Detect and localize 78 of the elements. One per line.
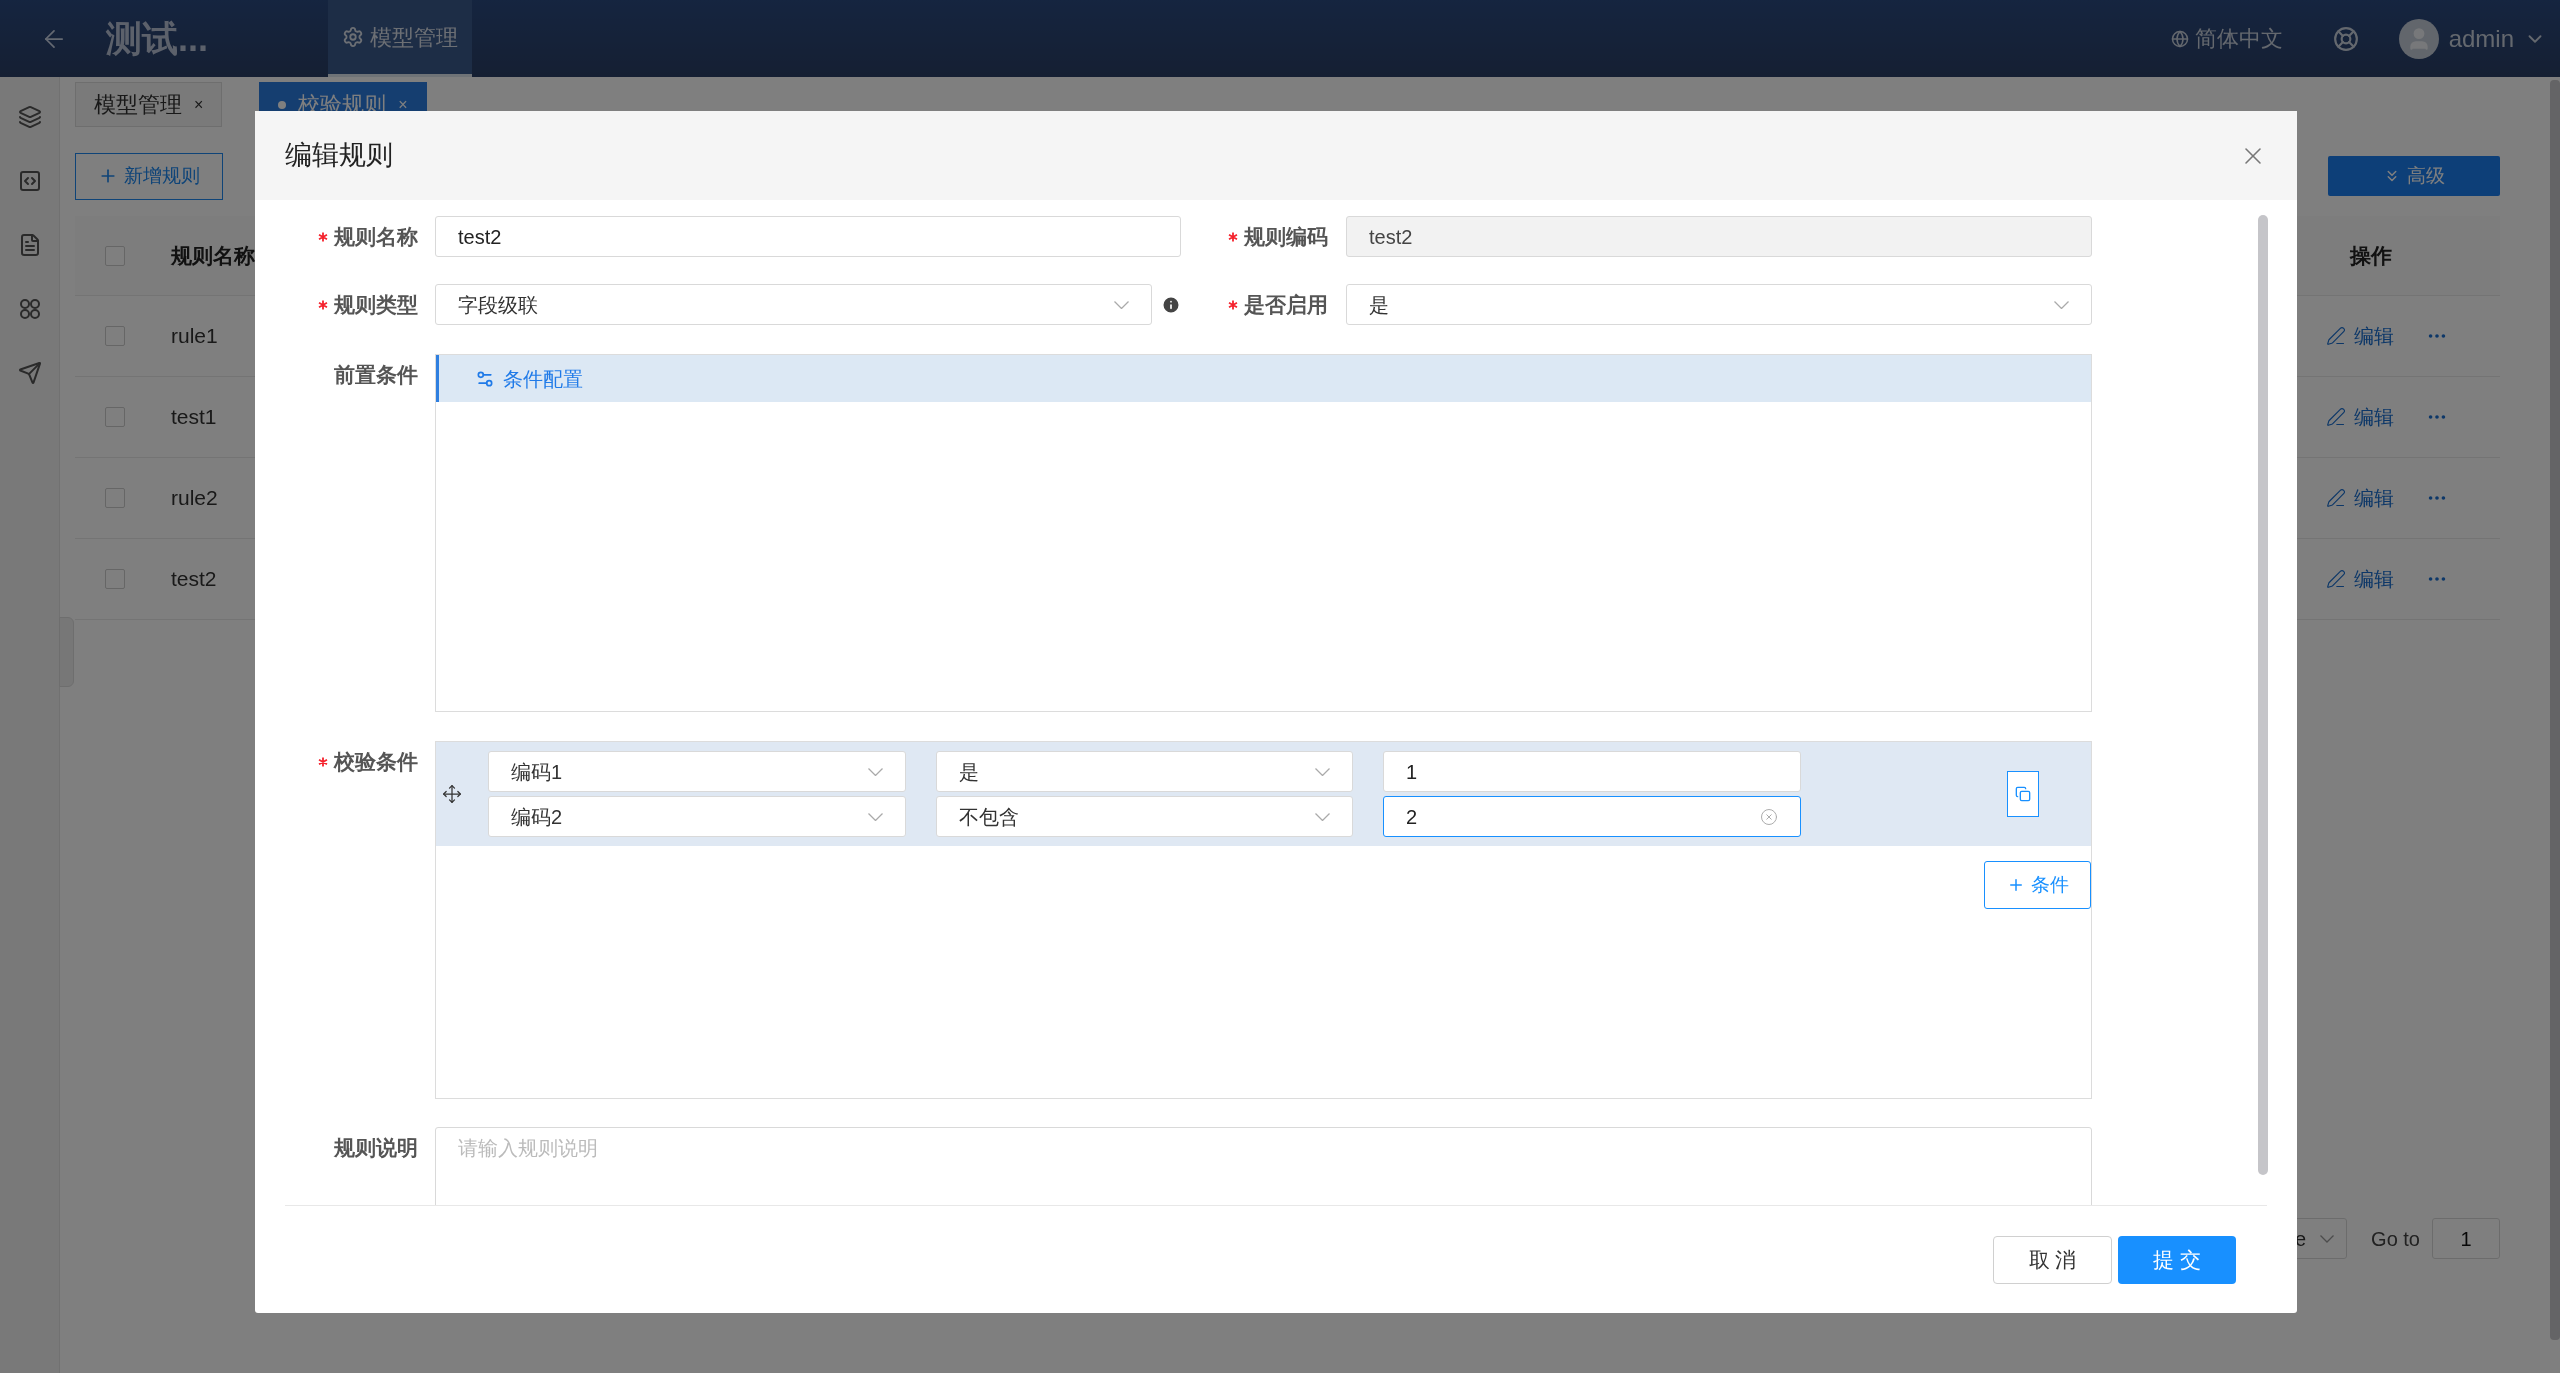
goto-label: Go to [2371, 1226, 2420, 1252]
edit-link[interactable]: 编辑 [2326, 321, 2394, 351]
page-input[interactable]: 1 [2432, 1218, 2500, 1259]
checkbox[interactable] [105, 488, 125, 508]
rule-name-input[interactable]: test2 [435, 216, 1181, 257]
table-cell-text: rule2 [171, 485, 218, 512]
avatar-icon [2398, 18, 2439, 59]
field-label: 是否启用 [1244, 291, 1328, 318]
required-icon [318, 299, 328, 310]
pen-icon [2326, 488, 2346, 508]
checkbox[interactable] [105, 407, 125, 427]
condition-config-bar[interactable]: 条件配置 [436, 355, 2091, 402]
field-label: 规则说明 [334, 1134, 418, 1161]
checkbox[interactable] [105, 569, 125, 589]
value-input[interactable]: 2 [1383, 796, 1801, 837]
field-select[interactable]: 编码1 [488, 751, 906, 792]
user-menu[interactable]: admin [2398, 18, 2546, 59]
cancel-button[interactable]: 取 消 [1993, 1235, 2112, 1284]
checkbox[interactable] [105, 326, 125, 346]
column-header: 规则名称 [171, 242, 255, 269]
code-icon[interactable] [17, 169, 42, 193]
table-cell-text: test1 [171, 404, 217, 431]
circles-grid-icon[interactable] [17, 297, 42, 321]
field-label: 校验条件 [334, 748, 418, 775]
pen-icon [2326, 407, 2346, 427]
required-icon [318, 756, 328, 767]
chevron-down-icon [1315, 812, 1330, 821]
required-icon [1228, 231, 1238, 242]
close-tab[interactable]: × [194, 92, 204, 117]
pen-icon [2326, 569, 2346, 589]
help-icon[interactable] [2332, 25, 2359, 52]
language-menu[interactable]: 简体中文 [2170, 22, 2283, 55]
column-header: 操作 [2350, 242, 2392, 269]
dialog-scrollbar[interactable] [2258, 215, 2268, 1175]
edit-link[interactable]: 编辑 [2326, 564, 2394, 594]
chevron-down-icon [2320, 1234, 2335, 1243]
chevron-down-icon [1114, 300, 1129, 309]
checkbox[interactable] [105, 245, 125, 266]
operator-select[interactable]: 不包含 [936, 796, 1353, 837]
rule-type-select[interactable]: 字段级联 [435, 284, 1152, 325]
chevron-down-icon [868, 767, 883, 776]
enabled-select[interactable]: 是 [1346, 284, 2092, 325]
chevron-down-icon [868, 812, 883, 821]
app-title: 测试... [106, 16, 208, 61]
table-cell-text: rule1 [171, 323, 218, 350]
copy-icon [2015, 786, 2031, 802]
table-cell-text: test2 [171, 566, 217, 593]
nav-item[interactable]: 模型管理 [328, 0, 472, 77]
description-field[interactable]: 请输入规则说明 [435, 1127, 2092, 1205]
rule-code-input: test2 [1346, 216, 2092, 257]
add-condition-button[interactable]: 条件 [1984, 861, 2091, 909]
chevron-down-icon [2054, 300, 2069, 309]
page-tab[interactable]: 模型管理 × [75, 82, 223, 127]
field-label: 规则编码 [1244, 223, 1328, 250]
layers-icon[interactable] [17, 105, 42, 129]
chevron-down-icon [1315, 767, 1330, 776]
globe-icon [2170, 29, 2189, 48]
edit-link[interactable]: 编辑 [2326, 483, 2394, 513]
pen-icon [2326, 326, 2346, 346]
required-icon [1228, 299, 1238, 310]
clear-icon[interactable] [1760, 807, 1778, 826]
field-select[interactable]: 编码2 [488, 796, 906, 837]
field-label: 规则名称 [334, 223, 418, 250]
advanced-button[interactable]: 高级 [2328, 156, 2500, 196]
submit-button[interactable]: 提 交 [2118, 1235, 2236, 1284]
copy-button[interactable] [2007, 771, 2039, 817]
page-scrollbar[interactable] [2550, 80, 2560, 1340]
move-icon[interactable] [442, 784, 462, 804]
operator-select[interactable]: 是 [936, 751, 1353, 792]
dialog-title: 编辑规则 [285, 139, 393, 173]
edit-link[interactable]: 编辑 [2326, 402, 2394, 432]
value-input[interactable]: 1 [1383, 751, 1801, 792]
info-icon[interactable] [1161, 294, 1181, 315]
required-icon [318, 231, 328, 242]
add-rule-button[interactable]: 新增规则 [75, 152, 223, 200]
send-icon[interactable] [17, 361, 42, 385]
field-label: 前置条件 [334, 361, 418, 388]
field-label: 规则类型 [334, 291, 418, 318]
